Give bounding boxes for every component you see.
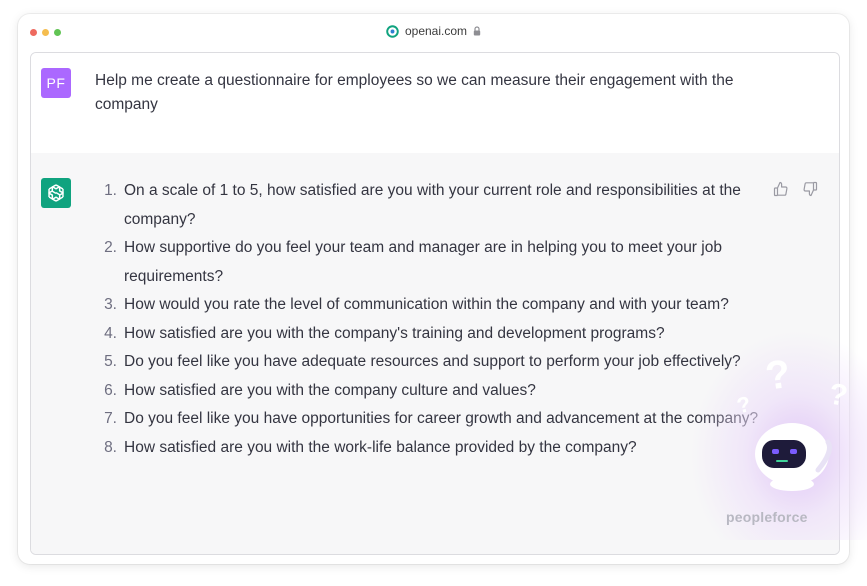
list-item: 1. On a scale of 1 to 5, how satisfied ar… [104,182,741,228]
assistant-avatar [41,178,71,208]
list-item: 3. How would you rate the level of commun… [104,296,729,313]
user-avatar: PF [41,68,71,98]
list-item: 2. How supportive do you feel your team a… [104,239,722,285]
svg-text:?: ? [826,377,850,413]
chatgpt-logo-icon [48,184,64,202]
user-message-row: PF Help me create a questionnaire for em… [31,53,839,154]
list-item: 6. How satisfied are you with the company… [104,381,536,399]
thumbs-up-icon[interactable] [773,181,789,197]
lock-icon [473,26,481,36]
list-item: 5. Do you feel like you have adequate res… [104,353,741,370]
address-bar[interactable]: openai.com [18,24,849,38]
svg-text:?: ? [734,391,752,418]
robot-mascot-icon: ? ? ? [690,330,867,540]
svg-text:?: ? [763,352,793,399]
questionnaire-list: 1. On a scale of 1 to 5, how satisfied ar… [87,177,767,462]
thumbs-down-icon[interactable] [802,181,818,197]
user-message-text: Help me create a questionnaire for emplo… [95,72,734,113]
list-item: 8. How satisfied are you with the work-li… [104,438,637,456]
list-item: 4. How satisfied are you with the company… [104,324,665,342]
peopleforce-watermark: peopleforce [726,509,808,525]
openai-logo-icon [386,24,399,38]
title-bar: openai.com [18,14,849,52]
list-item: 7. Do you feel like you have opportunitie… [104,410,759,427]
url-text: openai.com [404,24,468,38]
